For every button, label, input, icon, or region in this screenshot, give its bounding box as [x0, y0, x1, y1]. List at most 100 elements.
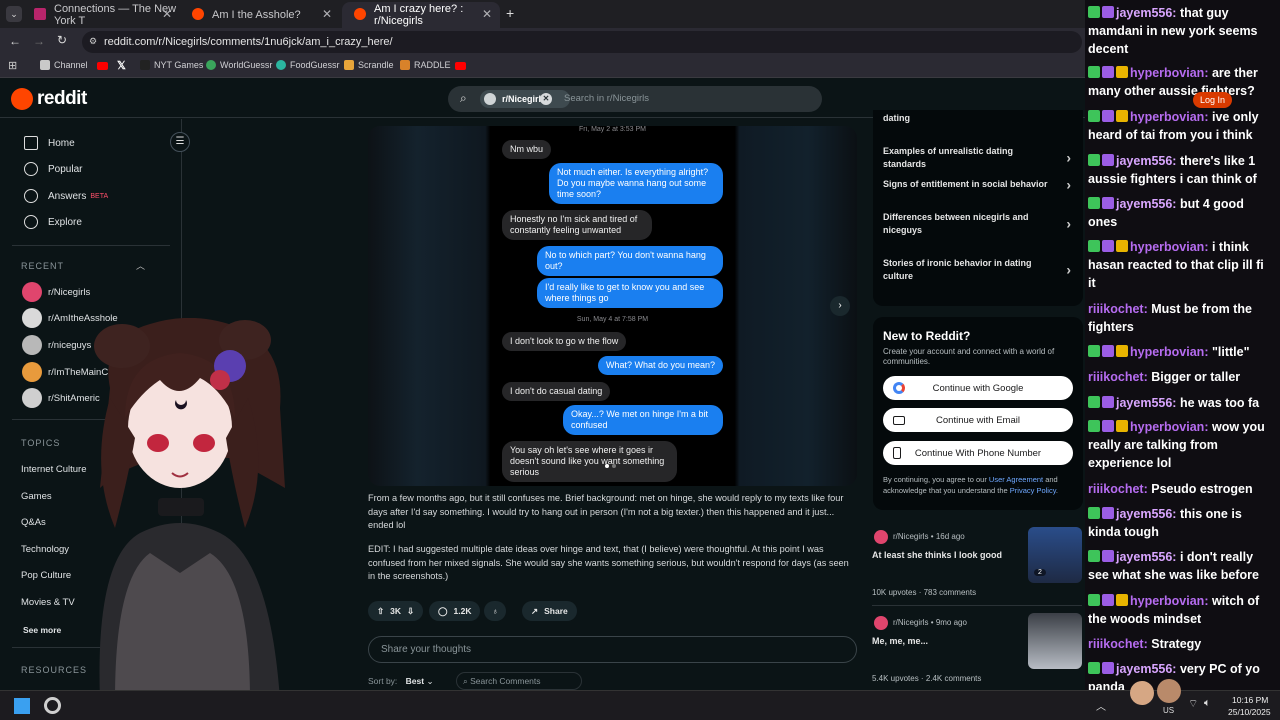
chat-username[interactable]: hyperbovian:: [1130, 345, 1209, 359]
share-button[interactable]: ↗ Share: [522, 601, 577, 621]
back-icon[interactable]: ←: [9, 34, 21, 48]
subreddit-search-chip[interactable]: r/Nicegirls ✕: [480, 90, 571, 108]
nav-answers[interactable]: Answers BETA: [24, 189, 108, 203]
chat-username[interactable]: jayem556:: [1116, 154, 1176, 168]
related-item[interactable]: Examples of unrealistic dating standards: [883, 145, 1073, 171]
recent-nicegirls[interactable]: r/Nicegirls: [22, 282, 90, 302]
topic-pop-culture[interactable]: Pop Culture: [21, 570, 71, 581]
chat-username[interactable]: jayem556:: [1116, 662, 1176, 676]
comment-input[interactable]: Share your thoughts: [368, 636, 857, 663]
feed-post-1[interactable]: r/Nicegirls • 16d ago At least she think…: [872, 527, 1082, 599]
award-button[interactable]: ♁: [484, 601, 507, 621]
chat-username[interactable]: riiikochet:: [1088, 370, 1148, 384]
topic-movies-tv[interactable]: Movies & TV: [21, 597, 75, 608]
feed-title[interactable]: At least she thinks I look good: [872, 550, 1002, 560]
topic-internet-culture[interactable]: Internet Culture: [21, 464, 86, 475]
apps-icon[interactable]: ⊞: [8, 59, 17, 72]
tab-aita[interactable]: Am I the Asshole? ✕: [180, 2, 340, 28]
clock-date[interactable]: 25/10/2025: [1228, 707, 1271, 717]
feed-title[interactable]: Me, me, me...: [872, 636, 928, 646]
windows-start-icon[interactable]: [14, 698, 30, 714]
close-tab-icon[interactable]: ✕: [162, 7, 172, 21]
bookmark-channel[interactable]: Channel: [40, 60, 88, 70]
forward-icon[interactable]: →: [33, 34, 45, 48]
new-tab-button[interactable]: +: [506, 5, 514, 21]
tab-list-button[interactable]: ⌄: [6, 6, 22, 22]
tab-nicegirls[interactable]: Am I crazy here? : r/Nicegirls ✕: [342, 2, 500, 28]
chat-username[interactable]: hyperbovian:: [1130, 66, 1209, 80]
clear-chip-icon[interactable]: ✕: [540, 93, 552, 105]
related-item[interactable]: Stories of ironic behavior in dating cul…: [883, 257, 1073, 283]
youtube-icon[interactable]: [455, 62, 466, 70]
upvote-icon[interactable]: ⇧: [377, 606, 384, 617]
feed-thumbnail[interactable]: [1028, 613, 1082, 669]
chat-username[interactable]: jayem556:: [1116, 507, 1176, 521]
chat-username[interactable]: riiikochet:: [1088, 302, 1148, 316]
nav-popular[interactable]: Popular: [24, 162, 82, 176]
continue-email-button[interactable]: Continue with Email: [883, 408, 1073, 432]
close-tab-icon[interactable]: ✕: [482, 7, 492, 21]
sort-dropdown[interactable]: Best: [406, 676, 424, 686]
privacy-policy-link[interactable]: Privacy Policy: [1010, 486, 1056, 495]
search-input[interactable]: Search in r/Nicegirls: [564, 93, 649, 104]
related-item[interactable]: dating: [883, 113, 910, 123]
chevron-down-icon[interactable]: ⌄: [426, 676, 433, 686]
nav-home[interactable]: Home: [24, 136, 75, 150]
address-bar[interactable]: ⚙ reddit.com/r/Nicegirls/comments/1nu6jc…: [82, 31, 1179, 53]
youtube-icon[interactable]: [97, 62, 108, 70]
volume-icon[interactable]: 🔈︎: [1204, 697, 1211, 710]
post-media-carousel[interactable]: Fri, May 2 at 3:53 PM Nm wbu Not much ei…: [368, 126, 857, 486]
bookmark-raddle[interactable]: RADDLE: [400, 60, 451, 70]
clock-time[interactable]: 10:16 PM: [1232, 695, 1268, 705]
search-bar[interactable]: ⌕ r/Nicegirls ✕ Search in r/Nicegirls: [448, 86, 822, 112]
chat-username[interactable]: jayem556:: [1116, 396, 1176, 410]
chat-username[interactable]: riiikochet:: [1088, 637, 1148, 651]
see-more-link[interactable]: See more: [23, 625, 61, 635]
language-indicator[interactable]: US: [1163, 706, 1174, 715]
continue-google-button[interactable]: Continue with Google: [883, 376, 1073, 400]
reload-icon[interactable]: ↻: [57, 33, 67, 47]
login-button[interactable]: Log In: [1193, 92, 1233, 108]
topic-qas[interactable]: Q&As: [21, 517, 46, 528]
carousel-dot[interactable]: [612, 464, 616, 468]
related-item[interactable]: Differences between nicegirls and nicegu…: [883, 211, 1073, 237]
related-item[interactable]: Signs of entitlement in social behavior: [883, 178, 1073, 191]
chevron-up-icon[interactable]: ︿: [136, 259, 145, 272]
reddit-logo[interactable]: reddit: [11, 88, 87, 110]
comments-button[interactable]: ◯ 1.2K: [429, 601, 481, 621]
bookmark-foodguessr[interactable]: FoodGuessr: [276, 60, 340, 70]
carousel-dot-active[interactable]: [605, 464, 609, 468]
topic-games[interactable]: Games: [21, 491, 52, 502]
close-tab-icon[interactable]: ✕: [322, 7, 332, 21]
feed-sub[interactable]: r/Nicegirls: [893, 618, 929, 627]
tray-chevron-icon[interactable]: ︿: [1096, 698, 1106, 713]
carousel-next-button[interactable]: ›: [830, 296, 850, 316]
chat-badge-icon: [1088, 110, 1100, 122]
feed-sub[interactable]: r/Nicegirls: [893, 532, 929, 541]
chat-username[interactable]: jayem556:: [1116, 6, 1176, 20]
tab-connections[interactable]: Connections — The New York T ✕: [22, 2, 180, 28]
nav-explore[interactable]: Explore: [24, 215, 82, 229]
user-agreement-link[interactable]: User Agreement: [989, 475, 1043, 484]
chrome-taskbar-icon[interactable]: [44, 697, 61, 714]
x-icon[interactable]: 𝕏: [117, 59, 126, 72]
wifi-icon[interactable]: ⌔: [1188, 697, 1198, 711]
chat-username[interactable]: hyperbovian:: [1130, 110, 1209, 124]
chat-username[interactable]: riiikochet:: [1088, 482, 1148, 496]
chat-username[interactable]: jayem556:: [1116, 197, 1176, 211]
topic-technology[interactable]: Technology: [21, 544, 69, 555]
chat-username[interactable]: hyperbovian:: [1130, 420, 1209, 434]
collapse-sidebar-button[interactable]: ☰: [170, 132, 190, 152]
chat-username[interactable]: jayem556:: [1116, 550, 1176, 564]
bookmark-scrandle[interactable]: Scrandle: [344, 60, 394, 70]
site-info-icon[interactable]: ⚙: [89, 36, 97, 47]
bookmark-nyt-games[interactable]: NYT Games: [140, 60, 203, 70]
downvote-icon[interactable]: ⇩: [407, 606, 414, 617]
feed-upvotes: 10K upvotes: [872, 588, 917, 597]
feed-post-2[interactable]: r/Nicegirls • 9mo ago Me, me, me... 5.4K…: [872, 613, 1082, 685]
continue-phone-button[interactable]: Continue With Phone Number: [883, 441, 1073, 465]
chat-username[interactable]: hyperbovian:: [1130, 240, 1209, 254]
search-comments-input[interactable]: ⌕ Search Comments: [455, 672, 582, 690]
chat-username[interactable]: hyperbovian:: [1130, 594, 1209, 608]
bookmark-worldguessr[interactable]: WorldGuessr: [206, 60, 272, 70]
